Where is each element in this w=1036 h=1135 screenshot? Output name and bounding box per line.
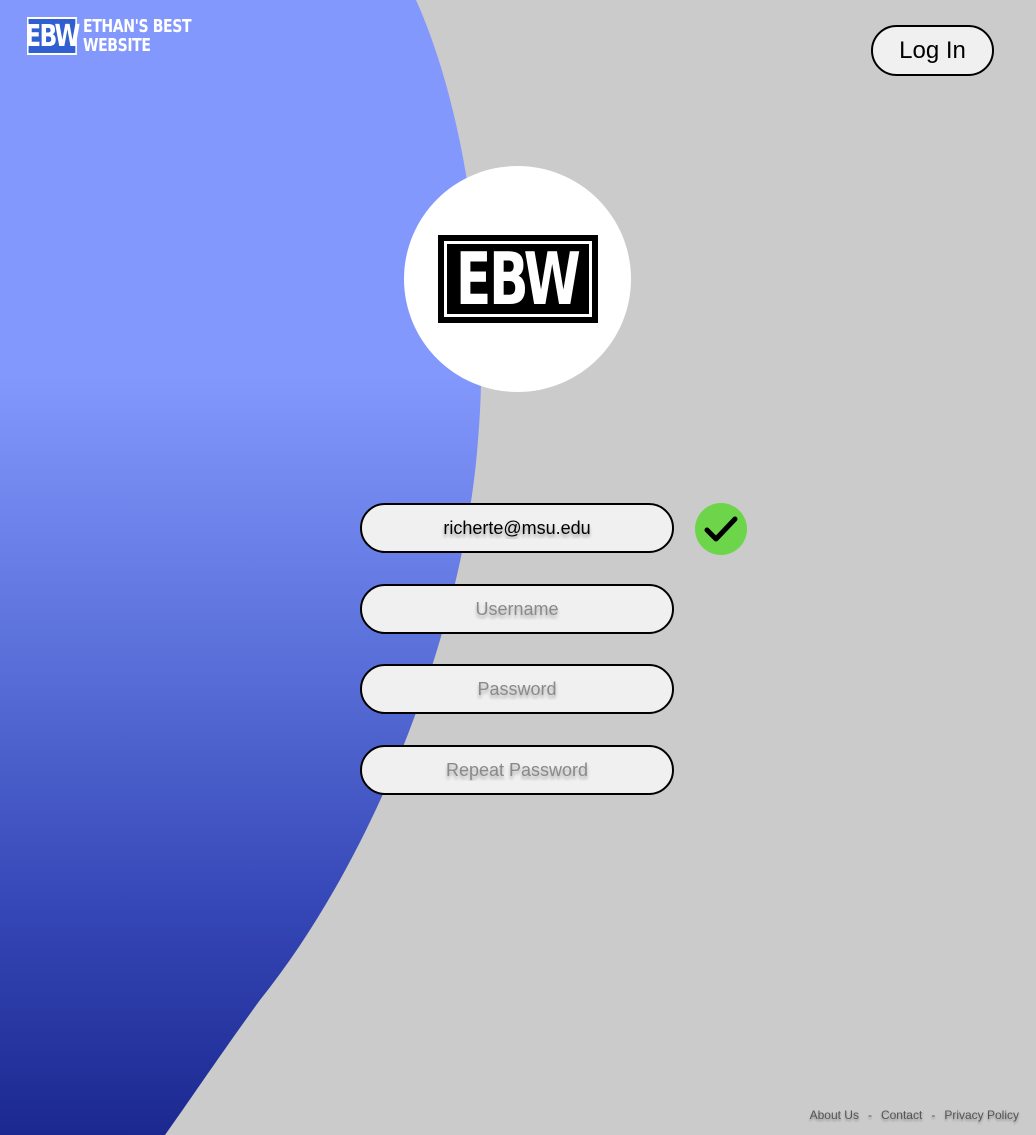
center-logo-mark: EBW <box>437 235 598 323</box>
center-logo: EBW <box>404 166 631 392</box>
username-field-wrapper <box>360 584 674 634</box>
footer-links: About Us - Contact - Privacy Policy <box>810 1108 1019 1122</box>
password-field-wrapper <box>360 664 674 714</box>
footer-separator: - <box>931 1108 936 1122</box>
footer-about-link[interactable]: About Us <box>810 1108 859 1122</box>
repeat-password-field[interactable] <box>362 747 672 793</box>
center-logo-abbr: EBW <box>456 237 581 321</box>
footer-contact-link[interactable]: Contact <box>881 1108 922 1122</box>
login-button[interactable]: Log In <box>871 25 994 76</box>
brand-name: ETHAN'S BEST WEBSITE <box>83 17 192 55</box>
password-field[interactable] <box>362 666 672 712</box>
email-field-wrapper <box>360 503 674 553</box>
brand-abbr: EBW <box>25 17 80 55</box>
check-icon-glyph <box>704 516 738 542</box>
repeat-password-field-wrapper <box>360 745 674 795</box>
footer-privacy-link[interactable]: Privacy Policy <box>944 1108 1019 1122</box>
brand-name-line1: ETHAN'S BEST <box>83 16 192 37</box>
brand-logo[interactable]: EBW ETHAN'S BEST WEBSITE <box>25 17 223 55</box>
check-icon <box>695 503 747 555</box>
brand-name-line2: WEBSITE <box>83 35 151 56</box>
email-field[interactable] <box>362 505 672 551</box>
username-field[interactable] <box>362 586 672 632</box>
footer-separator: - <box>867 1108 872 1122</box>
center-logo-frame: EBW <box>443 237 592 321</box>
